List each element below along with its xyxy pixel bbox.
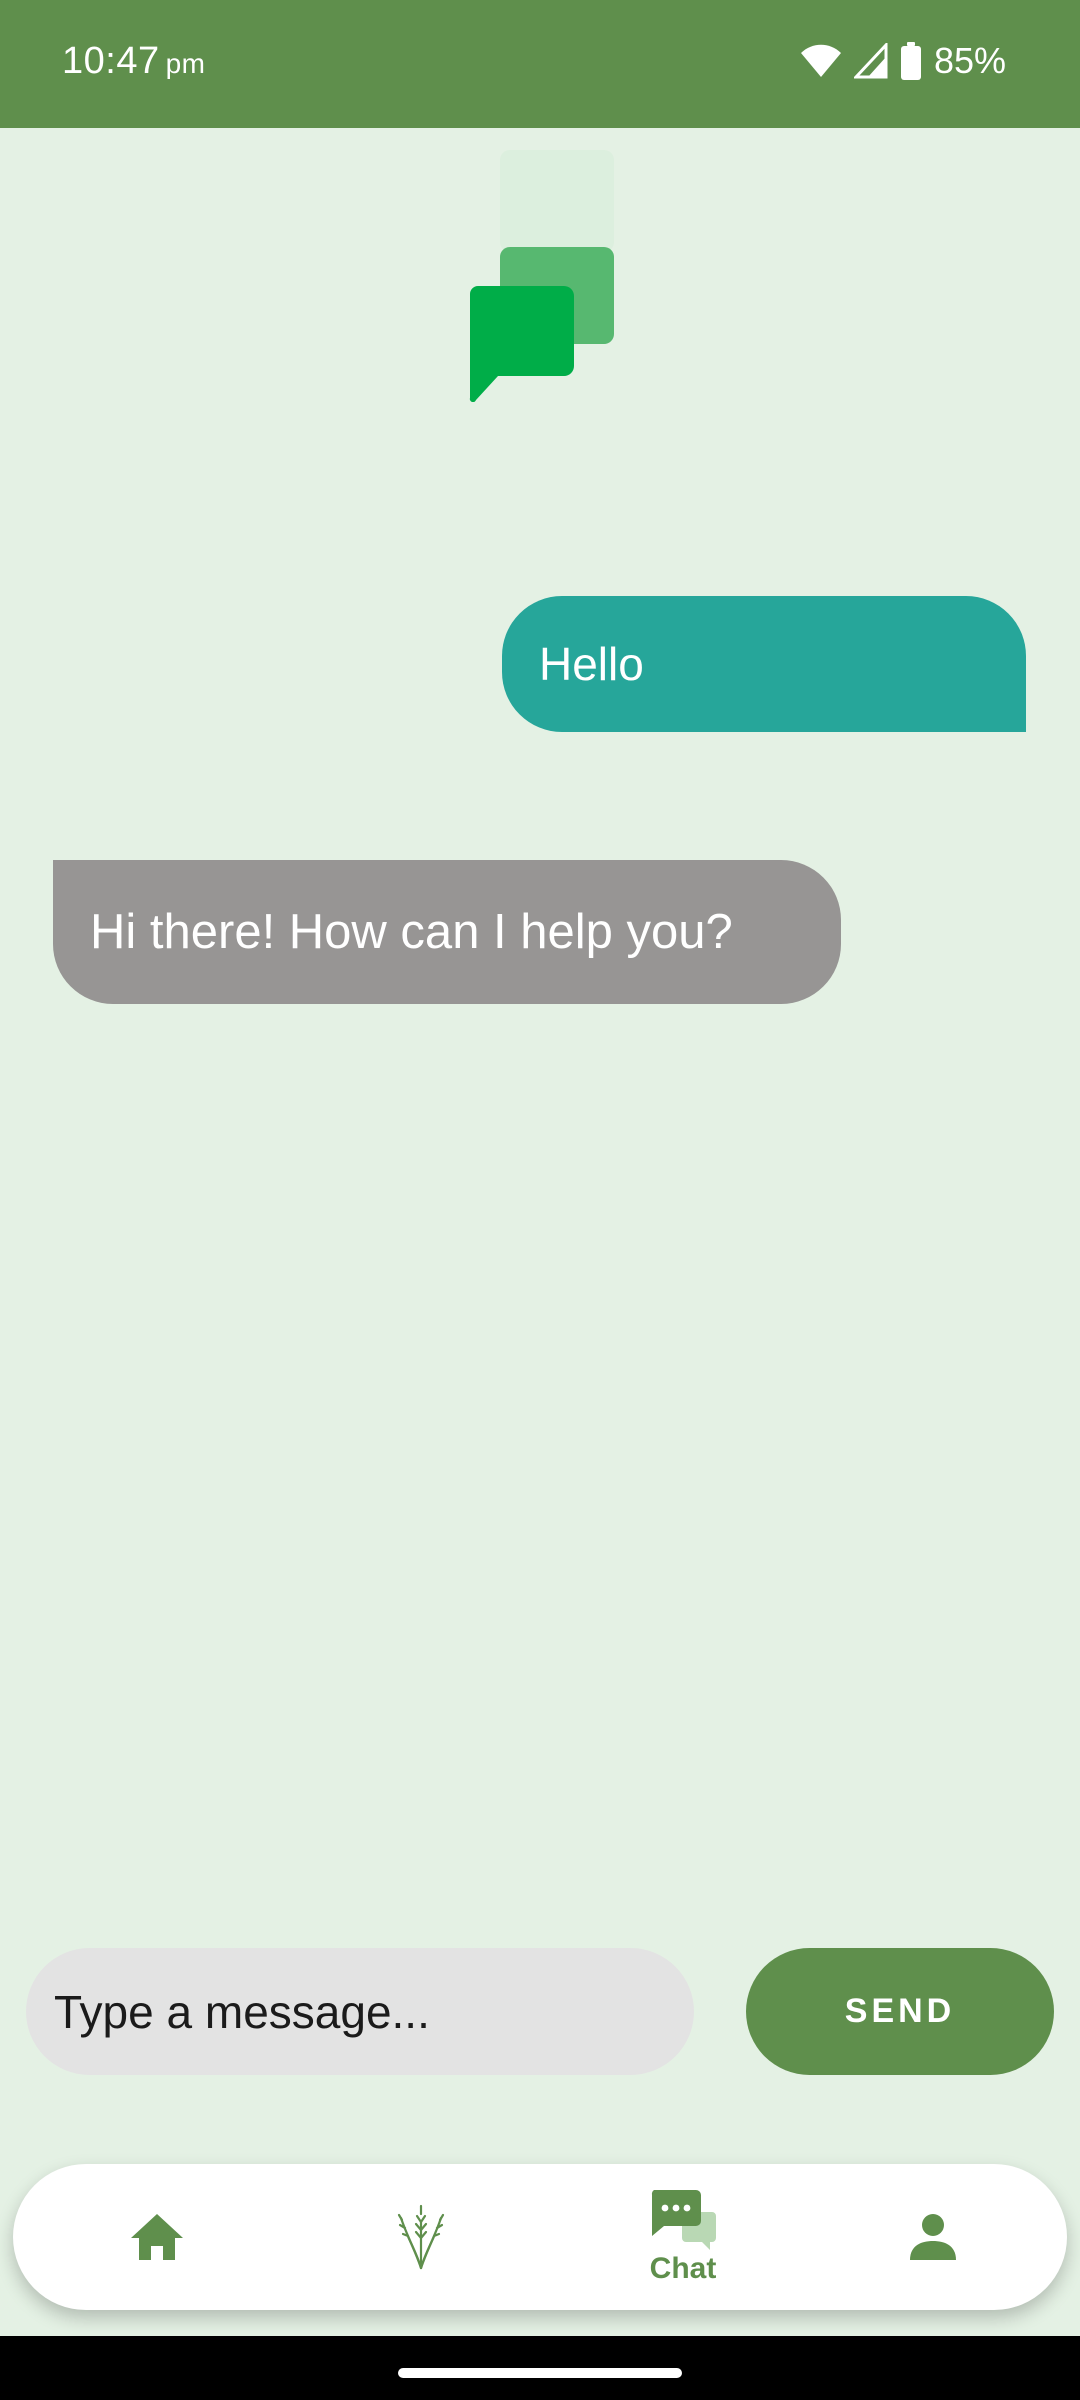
status-time-ampm: pm xyxy=(165,48,206,79)
bot-message-bubble: Hi there! How can I help you? xyxy=(53,860,841,1004)
profile-icon xyxy=(910,2214,956,2260)
chat-icon xyxy=(651,2190,716,2250)
nav-item-profile[interactable] xyxy=(871,2164,995,2310)
signal-icon xyxy=(853,43,888,79)
nav-item-chat[interactable]: Chat xyxy=(609,2164,757,2310)
home-icon xyxy=(131,2214,183,2260)
nav-item-home[interactable] xyxy=(95,2164,219,2310)
wheat-plant-icon xyxy=(397,2204,445,2270)
status-icons: 85% xyxy=(800,40,1006,82)
status-bar: 10:47 pm 85% xyxy=(0,0,1080,128)
user-message-text: Hello xyxy=(539,638,644,690)
send-button[interactable]: SEND xyxy=(746,1948,1054,2075)
status-time-value: 10:47 xyxy=(62,40,160,82)
bot-message-text: Hi there! How can I help you? xyxy=(90,905,733,959)
user-message-bubble: Hello xyxy=(502,596,1026,732)
gesture-handle[interactable] xyxy=(398,2368,682,2378)
battery-percent: 85% xyxy=(933,40,1006,81)
message-input[interactable] xyxy=(26,1948,694,2075)
battery-icon xyxy=(900,42,921,80)
wifi-icon xyxy=(800,44,841,77)
bottom-navigation: Chat xyxy=(13,2164,1067,2310)
nav-item-plant[interactable] xyxy=(359,2164,483,2310)
chat-bubbles-logo xyxy=(469,150,614,402)
nav-chat-label: Chat xyxy=(649,2252,717,2285)
status-time: 10:47 pm xyxy=(62,40,206,83)
